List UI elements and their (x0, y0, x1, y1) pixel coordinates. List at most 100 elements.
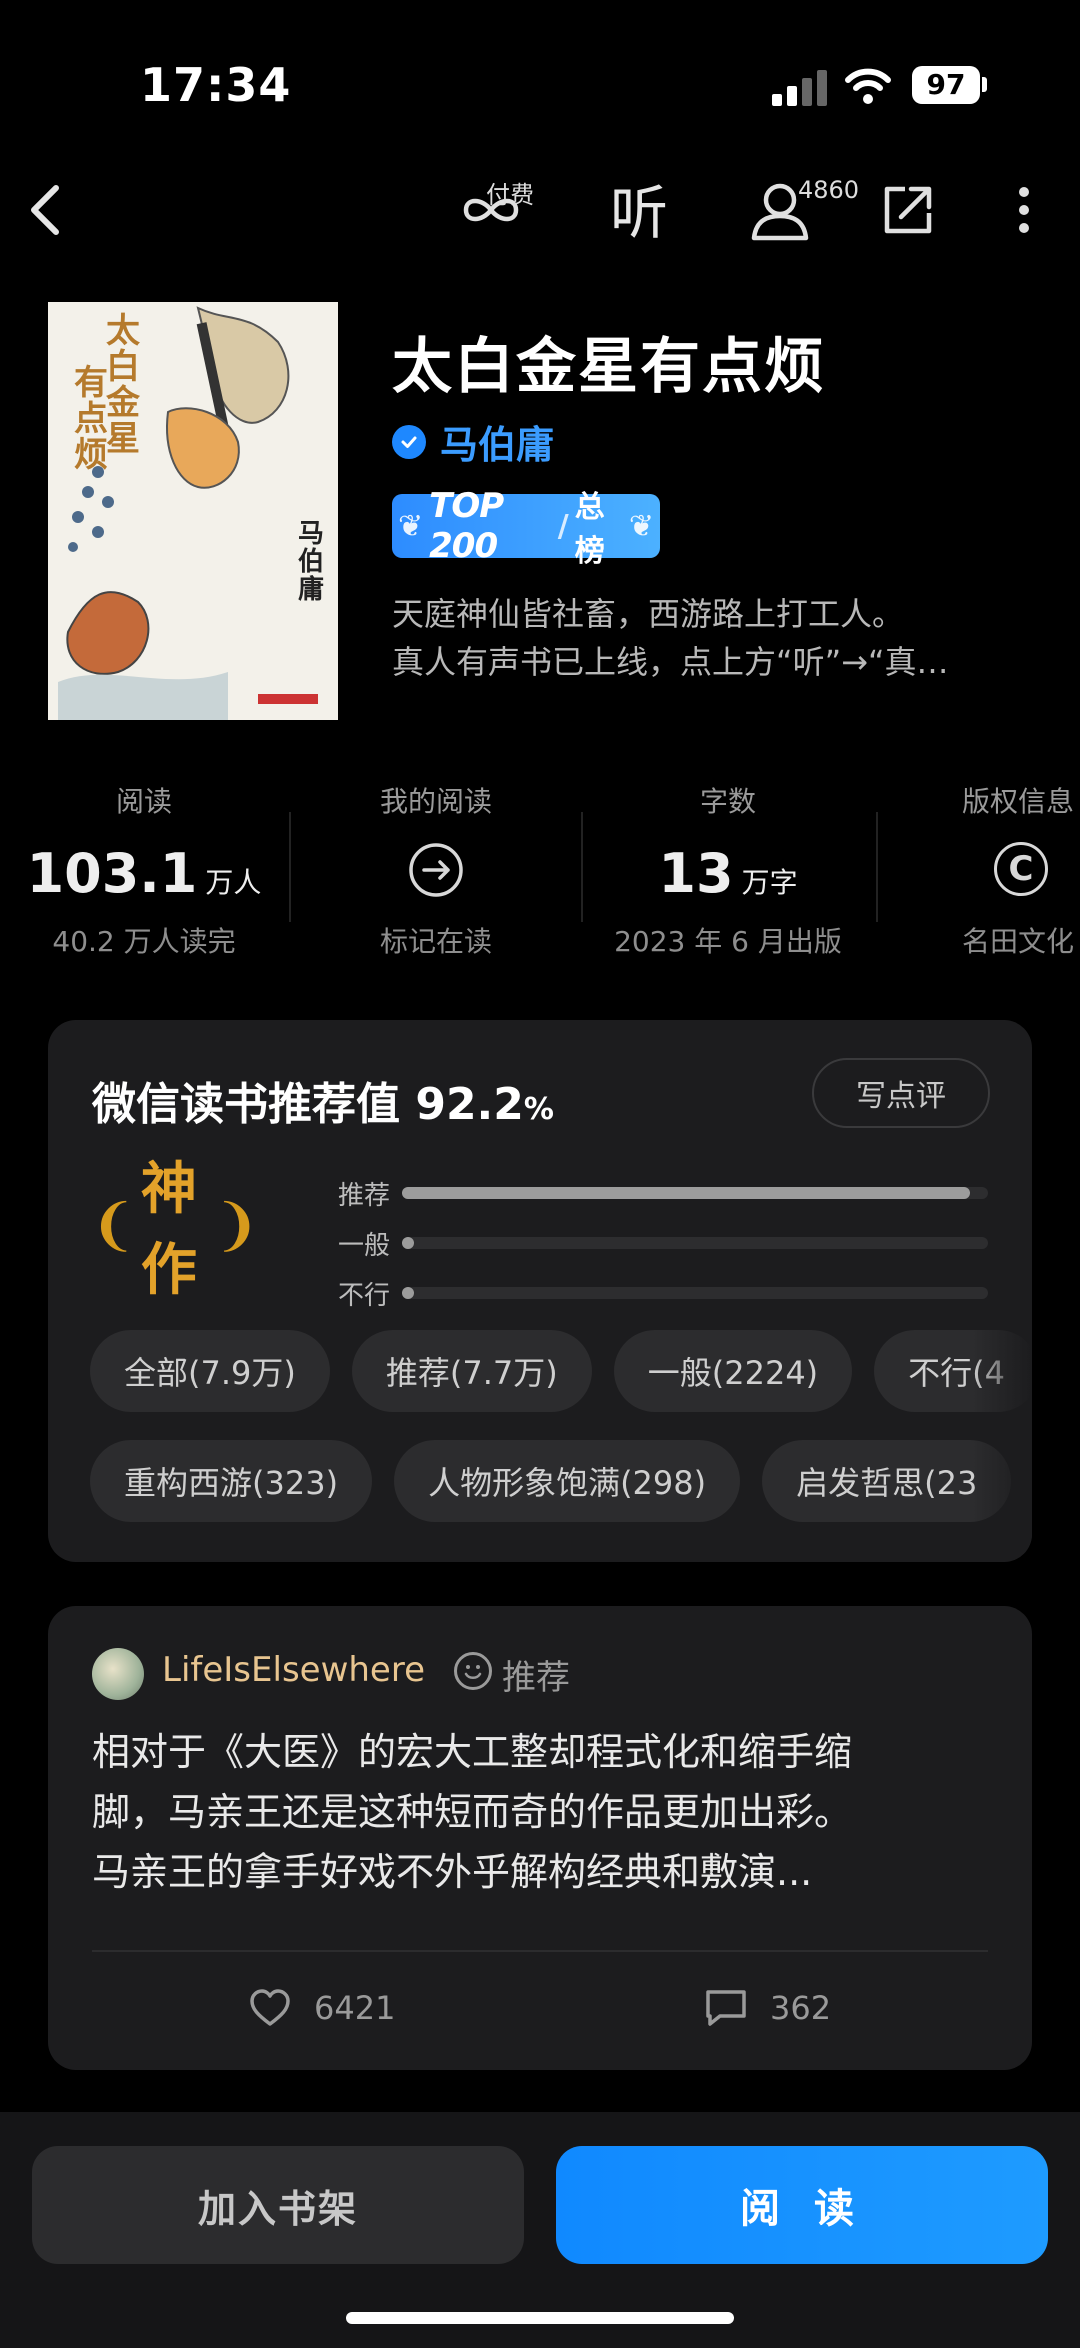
book-intro[interactable]: 天庭神仙皆社畜，西游路上打工人。 真人有声书已上线，点上方“听”→“真… (392, 590, 1032, 686)
review-text: 相对于《大医》的宏大工整却程式化和缩手缩 脚，马亲王还是这种短而奇的作品更加出彩… (92, 1722, 992, 1902)
filter-chip-all[interactable]: 全部(7.9万) (90, 1330, 330, 1412)
bar-track (402, 1187, 988, 1199)
write-review-button[interactable]: 写点评 (812, 1058, 990, 1128)
bar-fill (402, 1187, 971, 1199)
rank-main: TOP 200 (429, 486, 504, 566)
rank-separator: / (557, 508, 569, 544)
like-button[interactable]: 6421 (248, 1988, 395, 2028)
tag-chips: 重构西游(323) 人物形象饱满(298) 启发哲思(23 (90, 1440, 1032, 1522)
stat-label: 阅读 (115, 785, 172, 818)
bar-label: 一般 (338, 1230, 391, 1261)
stat-sub: 40.2 万人读完 (52, 925, 236, 958)
bar-label: 不行 (338, 1280, 391, 1311)
home-indicator[interactable] (346, 2312, 734, 2324)
review-line: 脚，马亲王还是这种短而奇的作品更加出彩。 (92, 1790, 853, 1834)
intro-line: 天庭神仙皆社畜，西游路上打工人。 (392, 595, 905, 633)
divider (581, 812, 583, 922)
more-icon (1019, 187, 1029, 233)
share-button[interactable] (876, 172, 940, 248)
copyright-icon: C (994, 842, 1048, 896)
bar-label: 推荐 (338, 1180, 391, 1211)
reader-count: 4860 (798, 176, 860, 204)
stat-word-count[interactable]: 字数 13 万字 2023 年 6 月出版 (598, 780, 858, 960)
cover-illustration: 太白金星 有点烦 马伯庸 (48, 302, 338, 720)
recommend-percent: % (523, 1092, 554, 1127)
verified-icon (392, 424, 426, 459)
rating-bars: 推荐 一般 不行 (338, 1168, 988, 1318)
like-count: 6421 (314, 1989, 396, 2027)
stat-unit: 万字 (741, 866, 798, 899)
review-line: 马亲王的拿手好戏不外乎解构经典和敷演... (92, 1850, 813, 1894)
wifi-icon (845, 68, 891, 104)
signal-icon (772, 70, 828, 106)
stat-sub: 标记在读 (379, 925, 492, 958)
rank-sub: 总榜 (574, 490, 605, 569)
read-button[interactable]: 阅 读 (556, 2146, 1048, 2264)
bar-track (402, 1287, 988, 1299)
stat-sub: 名田文化 (962, 925, 1075, 958)
pay-label: 付费 (486, 181, 534, 209)
avatar[interactable] (92, 1648, 144, 1700)
tag-chip[interactable]: 重构西游(323) (90, 1440, 373, 1522)
rating-bar-row: 不行 (338, 1268, 988, 1318)
recommendation-card: 微信读书推荐值 92.2% 写点评 ❨ 神作 ❩ 推荐 一般 不行 全部(7.9… (48, 1020, 1032, 1562)
laurel-right-icon: ❩ (213, 1192, 260, 1258)
stat-label: 我的阅读 (379, 785, 492, 818)
tag-chip[interactable]: 人物形象饱满(298) (394, 1440, 741, 1522)
filter-chip-neutral[interactable]: 一般(2224) (613, 1330, 853, 1412)
rating-bar-row: 一般 (338, 1218, 988, 1268)
status-bar: 17:34 97 (0, 0, 1080, 170)
recommend-score: 92.2 (415, 1079, 524, 1130)
author-row[interactable]: 马伯庸 (392, 414, 554, 469)
stat-label: 字数 (699, 785, 756, 818)
laurel-right-icon: ❦ (628, 508, 654, 544)
laurel-left-icon: ❦ (398, 508, 424, 544)
stat-copyright[interactable]: 版权信息 C 名田文化 (890, 780, 1080, 960)
reviewer-name[interactable]: LifeIsElsewhere (162, 1650, 425, 1690)
scroll-fade (972, 1320, 1032, 1560)
chevron-left-icon (31, 185, 59, 235)
comment-button[interactable]: 362 (704, 1988, 831, 2028)
divider (876, 812, 878, 922)
battery-cap (982, 77, 987, 92)
book-cover[interactable]: 太白金星 有点烦 马伯庸 (48, 302, 338, 720)
svg-text:有点烦: 有点烦 (74, 363, 108, 475)
grade-badge: ❨ 神作 ❩ (90, 1157, 260, 1303)
battery-icon: 97 (912, 66, 980, 104)
divider (289, 812, 291, 922)
stat-sub: 2023 年 6 月出版 (614, 925, 842, 958)
bar-fill (402, 1287, 414, 1299)
heart-icon (250, 1989, 290, 2026)
bar-track (402, 1237, 988, 1249)
more-button[interactable] (1000, 172, 1048, 248)
stat-value (306, 842, 566, 906)
stat-my-reading[interactable]: 我的阅读 标记在读 (306, 780, 566, 960)
stat-unit: 万人 (205, 866, 262, 899)
stat-value: C (962, 842, 1080, 906)
stat-value: 103.1 万人 (14, 842, 274, 906)
add-to-shelf-button[interactable]: 加入书架 (32, 2146, 524, 2264)
svg-text:太白金星: 太白金星 (105, 311, 141, 459)
review-verdict: 推荐 (502, 1658, 570, 1698)
stats-row: 阅读 103.1 万人 40.2 万人读完 我的阅读 标记在读 字数 13 万字 2… (0, 780, 1080, 960)
top200-badge[interactable]: ❦ TOP 200 / 总榜 ❦ (392, 486, 660, 569)
top-nav: 付费 听 4860 (0, 160, 1080, 250)
back-button[interactable] (14, 170, 78, 250)
author-name: 马伯庸 (440, 423, 555, 467)
status-time: 17:34 (140, 58, 292, 112)
filter-chip-recommend[interactable]: 推荐(7.7万) (351, 1330, 592, 1412)
filter-chips: 全部(7.9万) 推荐(7.7万) 一般(2224) 不行(4 (90, 1330, 1032, 1412)
stat-reads[interactable]: 阅读 103.1 万人 40.2 万人读完 (14, 780, 274, 960)
intro-line: 真人有声书已上线，点上方“听”→“真… (392, 643, 949, 681)
svg-text:马伯庸: 马伯庸 (298, 519, 324, 605)
bar-fill (402, 1237, 414, 1249)
arrow-circle-icon (409, 843, 463, 897)
review-line: 相对于《大医》的宏大工整却程式化和缩手缩 (92, 1730, 853, 1774)
share-icon (884, 186, 932, 234)
laurel-left-icon: ❨ (90, 1192, 137, 1258)
book-title: 太白金星有点烦 (392, 332, 826, 402)
listen-button[interactable]: 听 (604, 166, 674, 250)
stat-value: 13 万字 (598, 842, 858, 906)
review-card[interactable]: LifeIsElsewhere 推荐 相对于《大医》的宏大工整却程式化和缩手缩 … (48, 1606, 1032, 2070)
stat-label: 版权信息 (962, 785, 1075, 818)
